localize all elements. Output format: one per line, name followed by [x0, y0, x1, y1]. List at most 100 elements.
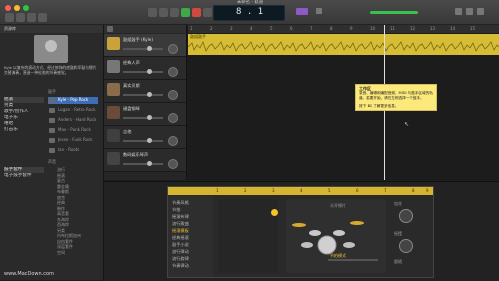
complexity-puck[interactable] [271, 209, 278, 216]
preset-item[interactable]: Kyle - Pop Rock [48, 97, 98, 104]
complexity-pad[interactable] [218, 199, 278, 273]
kit-type-list: 鼓手套件 电子鼓手套件 [4, 167, 44, 179]
minimize-window-button[interactable] [14, 5, 20, 11]
track-volume-slider[interactable] [123, 138, 163, 143]
track-header[interactable]: 经典人声 [104, 57, 186, 80]
quick-help-tooltip: 工作区 录音、编辑和编配音频、MIDI 与鼓手区域的轨道。若要开始，请在左侧选择… [355, 84, 437, 111]
category-list: 摇滚 另类 歌手/创作人 电子乐 嘻哈 打击乐 [4, 97, 44, 133]
track-pan-knob[interactable] [168, 136, 178, 146]
bass-guitar-icon [107, 83, 120, 96]
track-volume-slider[interactable] [123, 46, 163, 51]
tuner-icon[interactable] [316, 8, 322, 14]
tracks-area: 鼓组鼓手 (Kyle) 经典人声 真实贝斯 键盘钢琴 吉他 数码娱乐琴声 1 2… [104, 25, 499, 180]
editors-icon[interactable] [38, 13, 47, 22]
library-toggle-icon[interactable] [5, 13, 14, 22]
ruler-tick: 3 [272, 188, 275, 193]
rewind-button[interactable] [148, 8, 157, 17]
track-header[interactable]: 鼓组鼓手 (Kyle) [104, 34, 186, 57]
pattern-item[interactable]: 流行歌曲 [172, 221, 189, 227]
key-signature-badge[interactable] [296, 8, 308, 15]
sound-header: 声音 [48, 159, 56, 164]
ruler-tick: 6 [290, 26, 293, 31]
presets-header: 鼓手 [48, 89, 56, 94]
track-volume-slider[interactable] [123, 69, 163, 74]
track-header[interactable]: 键盘钢琴 [104, 103, 186, 126]
pattern-item[interactable]: 节拍 [172, 207, 180, 213]
hihat-label: 半开镲片 [330, 203, 346, 208]
smart-controls-icon[interactable] [27, 13, 36, 22]
pattern-slider[interactable] [328, 259, 378, 261]
kit-type-item[interactable]: 电子鼓手套件 [4, 173, 44, 179]
ruler-tick: 6 [356, 188, 359, 193]
ruler-tick: 4 [300, 188, 303, 193]
preset-item[interactable]: Logan - Retro Rock [48, 107, 98, 114]
drum-kit-icon[interactable] [291, 213, 366, 263]
track-header[interactable]: 数码娱乐琴声 [104, 149, 186, 172]
note-pad-icon[interactable] [455, 8, 462, 15]
toolbar: 未命名 - 轨道 8 . 1 [0, 0, 499, 25]
drummer-thumb-icon [49, 118, 55, 123]
timeline-ruler[interactable]: 1 2 3 4 5 6 7 8 9 10 11 12 13 14 15 [188, 25, 499, 33]
record-button[interactable] [192, 8, 201, 17]
play-button[interactable] [181, 8, 190, 17]
track-volume-slider[interactable] [123, 161, 163, 166]
pattern-item[interactable]: 摇滚模板 [172, 228, 189, 234]
ruler-tick: 8 [330, 26, 333, 31]
track-header[interactable]: 真实贝斯 [104, 80, 186, 103]
preset-item[interactable]: Max - Punk Rock [48, 127, 98, 134]
track-volume-slider[interactable] [123, 115, 163, 120]
pattern-item[interactable]: 流行旋律 [172, 256, 189, 262]
preset-item[interactable]: Jesse - Funk Rock [48, 137, 98, 144]
tooltip-link[interactable]: 按下 ⌘/ 了解更多信息。 [359, 104, 398, 110]
piano-icon [107, 152, 120, 165]
library-header: 资源库 [0, 25, 103, 33]
swing-knob[interactable] [399, 239, 413, 253]
pattern-item[interactable]: 鼓手小说 [172, 242, 189, 248]
guitar-amp-icon [107, 129, 120, 142]
drummer-thumb-icon [49, 138, 55, 143]
loop-browser-icon[interactable] [466, 8, 473, 15]
stop-button[interactable] [170, 8, 179, 17]
drummer-thumb-icon [49, 148, 55, 153]
track-pan-knob[interactable] [168, 159, 178, 169]
track-pan-knob[interactable] [168, 44, 178, 54]
library-panel: 资源库 Kyle 以复杂的滚动方式、经过修饰的底鼓和军鼓与镲片交替演奏，营造一种… [0, 25, 104, 280]
pattern-item[interactable]: 节奏律动 [172, 263, 189, 269]
zoom-window-button[interactable] [23, 5, 29, 11]
track-header-toolbar [104, 25, 186, 33]
pattern-item[interactable]: 摇滚布律 [172, 214, 189, 220]
track-pan-knob[interactable] [168, 67, 178, 77]
preset-item[interactable]: Anders - Hard Rock [48, 117, 98, 124]
watermark: www.MacDown.com [4, 271, 54, 277]
track-pan-knob[interactable] [168, 90, 178, 100]
cycle-button[interactable] [203, 8, 212, 17]
ruler-tick: 5 [328, 188, 331, 193]
close-window-button[interactable] [5, 5, 11, 11]
track-headers: 鼓组鼓手 (Kyle) 经典人声 真实贝斯 键盘钢琴 吉他 数码娱乐琴声 [104, 25, 187, 180]
fills-knob[interactable] [399, 209, 413, 223]
microphone-icon [107, 60, 120, 73]
master-volume-slider[interactable] [370, 11, 418, 14]
add-track-icon[interactable] [107, 26, 113, 32]
fast-forward-button[interactable] [159, 8, 168, 17]
library-title: 资源库 [4, 26, 16, 31]
pattern-item[interactable]: 经典摇滚 [172, 235, 189, 241]
drummer-region-waveform [188, 40, 499, 52]
drummer-track-icon [107, 37, 120, 50]
category-item[interactable]: 打击乐 [4, 127, 44, 133]
ruler-tick: 4 [250, 26, 253, 31]
pattern-item[interactable]: 流行律动 [172, 249, 189, 255]
help-icon[interactable] [16, 13, 25, 22]
media-browser-icon[interactable] [477, 8, 484, 15]
kit-list: 流行 摇滚 复古 重金属 布鲁斯 放克 经典 制作 高音套 东海岸 西海岸 另类… [57, 167, 97, 255]
preset-item[interactable]: Ian - Roots [48, 147, 98, 154]
track-pan-knob[interactable] [168, 113, 178, 123]
ruler-tick: 14 [450, 26, 456, 31]
kit-item[interactable]: 空间 [57, 250, 97, 256]
drummer-editor-ruler[interactable]: 1 2 3 4 5 6 7 8 9 [168, 187, 433, 195]
ruler-tick: 5 [270, 26, 273, 31]
track-header[interactable]: 吉他 [104, 126, 186, 149]
track-volume-slider[interactable] [123, 92, 163, 97]
lcd-display[interactable]: 8 . 1 [213, 5, 285, 21]
pattern-item[interactable]: 节奏风格 [172, 200, 189, 206]
